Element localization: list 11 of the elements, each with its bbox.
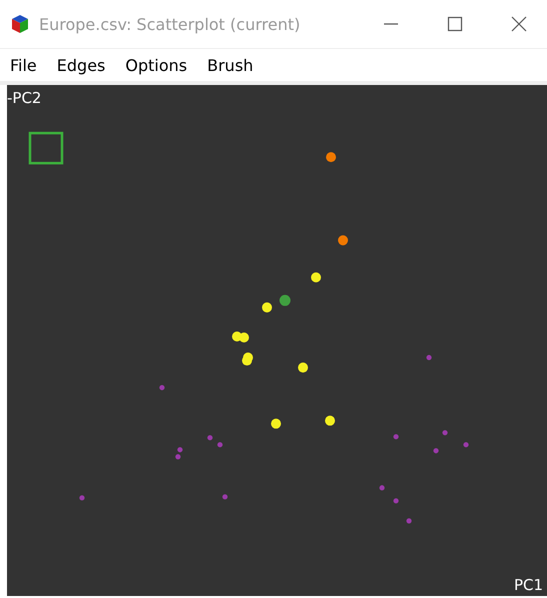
- menu-item[interactable]: Brush: [207, 56, 254, 74]
- maximize-icon[interactable]: [447, 16, 463, 32]
- menu-item[interactable]: Edges: [56, 56, 106, 74]
- menu-item[interactable]: File: [10, 56, 37, 74]
- app-cube-icon: [10, 14, 30, 34]
- brush-rectangle[interactable]: [28, 132, 64, 164]
- close-icon[interactable]: [511, 16, 527, 32]
- window-title: Europe.csv: Scatterplot (current): [39, 14, 300, 34]
- y-axis-label: -PC2: [7, 89, 42, 107]
- x-axis-label: PC1: [514, 576, 543, 594]
- menu-item[interactable]: Options: [125, 56, 188, 74]
